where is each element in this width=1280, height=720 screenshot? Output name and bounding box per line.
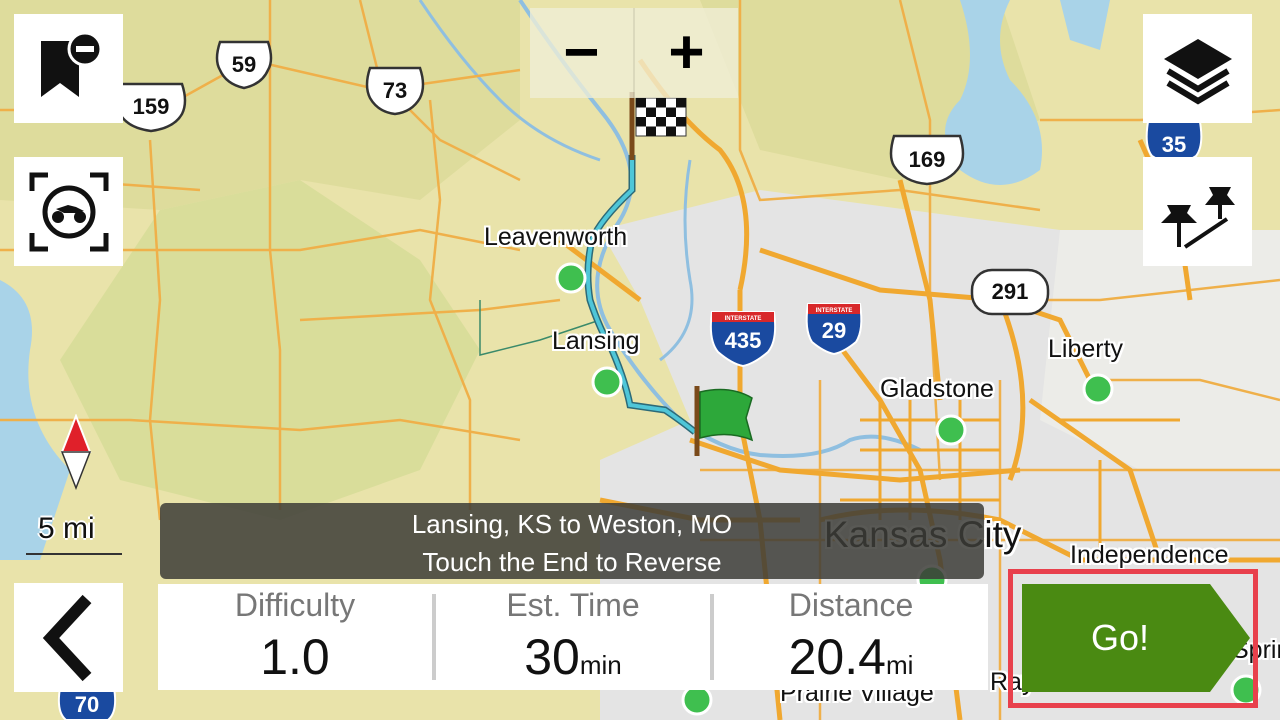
svg-text:59: 59 — [232, 52, 256, 77]
liberty-dot — [1082, 373, 1114, 405]
svg-text:70: 70 — [75, 692, 99, 717]
svg-text:35: 35 — [1162, 132, 1186, 157]
est-time-stat: Est. Time 30min — [436, 584, 710, 690]
city-label-independence: Independence — [1070, 541, 1229, 569]
route-points-button[interactable] — [1143, 157, 1252, 266]
svg-text:INTERSTATE: INTERSTATE — [816, 308, 853, 314]
difficulty-label: Difficulty — [234, 587, 356, 623]
est-time-label: Est. Time — [506, 587, 640, 623]
difficulty-stat: Difficulty 1.0 — [158, 584, 432, 690]
motorcycle-focus-icon — [29, 172, 108, 251]
difficulty-value: 1.0 — [260, 629, 330, 685]
distance-label: Distance — [788, 587, 914, 623]
bookmark-minus-icon — [40, 31, 102, 97]
distance-value: 20.4mi — [788, 629, 914, 685]
city-label-lansing: Lansing — [552, 327, 640, 355]
route-hint: Touch the End to Reverse — [422, 547, 722, 577]
svg-text:435: 435 — [725, 328, 762, 353]
city-label-liberty: Liberty — [1048, 335, 1124, 363]
zoom-in-button[interactable]: + — [635, 8, 738, 98]
back-button[interactable] — [14, 583, 123, 692]
chevron-left-icon — [42, 594, 91, 681]
map-layers-button[interactable] — [1143, 14, 1252, 123]
city-label-leavenworth: Leavenworth — [484, 223, 628, 251]
distance-stat: Distance 20.4mi — [714, 584, 988, 690]
svg-text:29: 29 — [822, 318, 846, 343]
pushpins-icon — [1160, 186, 1235, 249]
gladstone-dot — [935, 414, 967, 446]
leavenworth-dot — [555, 262, 587, 294]
est-time-value: 30min — [524, 629, 622, 685]
city-label-gladstone: Gladstone — [880, 375, 994, 403]
remove-bookmark-button[interactable] — [14, 14, 123, 123]
svg-text:291: 291 — [992, 279, 1029, 304]
prairie-village-dot — [681, 684, 713, 716]
lansing-dot — [591, 366, 623, 398]
svg-text:169: 169 — [909, 147, 946, 172]
svg-text:INTERSTATE: INTERSTATE — [725, 316, 762, 322]
route-title: Lansing, KS to Weston, MO — [411, 509, 733, 539]
svg-text:73: 73 — [383, 78, 407, 103]
map-scale-bar — [26, 553, 122, 555]
route-stats-panel: Difficulty 1.0 Est. Time 30min Distance … — [158, 584, 988, 690]
vehicle-focus-button[interactable] — [14, 157, 123, 266]
map-scale-label: 5 mi — [38, 512, 95, 545]
svg-text:159: 159 — [133, 94, 170, 119]
zoom-controls: − + — [530, 8, 738, 98]
zoom-out-button[interactable]: − — [530, 8, 633, 98]
route-summary-banner[interactable]: Lansing, KS to Weston, MO Touch the End … — [160, 503, 984, 579]
compass-icon[interactable] — [58, 414, 94, 490]
layers-icon — [1163, 38, 1232, 104]
route-291-shield: 291 — [970, 268, 1050, 316]
i-70-shield: 70 — [57, 687, 117, 720]
go-button-highlight — [1008, 569, 1258, 708]
